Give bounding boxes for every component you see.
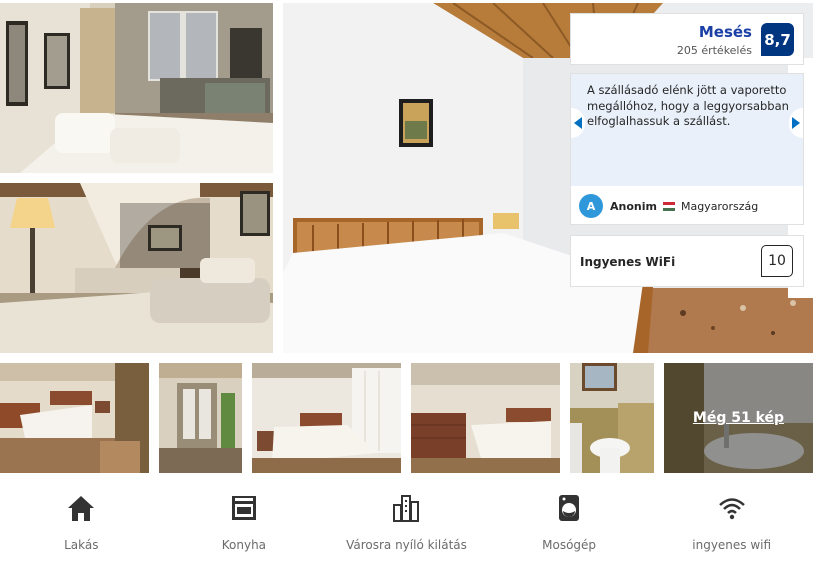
photo-living-room[interactable] [0, 3, 273, 173]
more-photos-overlay: Még 51 kép [664, 363, 813, 473]
score-badge: 8,7 [761, 23, 794, 56]
washing-machine-icon [553, 492, 585, 524]
reviewer-info: A Anonim Magyarország [579, 194, 758, 218]
subscore-value: 10 [761, 245, 793, 277]
amenity-item: Konyha [163, 478, 326, 577]
review-count: 205 értékelés [676, 44, 752, 57]
review-next-button[interactable] [789, 108, 803, 138]
amenity-item: Városra nyíló kilátás [325, 478, 488, 577]
review-prev-button[interactable] [571, 108, 585, 138]
more-photos-label[interactable]: Még 51 kép [693, 410, 784, 426]
thumbnail-photo[interactable] [570, 363, 654, 473]
subscore-label: Ingyenes WiFi [580, 255, 676, 269]
property-gallery-page: Mesés 205 értékelés 8,7 A szállásadó elé… [0, 0, 813, 577]
chevron-right-icon [792, 117, 800, 129]
amenity-label: Városra nyíló kilátás [346, 538, 467, 552]
hungary-flag-icon [662, 201, 675, 211]
amenity-label: Konyha [221, 538, 267, 552]
house-icon [65, 492, 97, 524]
city-view-icon [390, 492, 422, 524]
reviewer-name: Anonim [610, 199, 657, 213]
amenity-label: Mosógép [542, 538, 597, 552]
photo-bedroom-stairs[interactable] [0, 183, 273, 353]
rating-card[interactable]: Mesés 205 értékelés 8,7 [570, 13, 804, 65]
thumbnail-photo[interactable] [252, 363, 401, 473]
wifi-icon [716, 492, 748, 524]
avatar: A [579, 194, 603, 218]
review-text: A szállásadó elénk jött a vaporetto megá… [587, 83, 789, 128]
amenity-label: ingyenes wifi [692, 538, 772, 552]
thumbnail-photo[interactable] [411, 363, 560, 473]
amenity-label: Lakás [64, 538, 99, 552]
more-photos-tile[interactable]: Még 51 kép [664, 363, 813, 473]
thumbnail-photo[interactable] [0, 363, 149, 473]
review-card: A szállásadó elénk jött a vaporetto megá… [570, 73, 804, 225]
wifi-subscore-card[interactable]: Ingyenes WiFi 10 [570, 235, 804, 287]
thumbnail-photo[interactable] [159, 363, 242, 473]
reviewer-country: Magyarország [680, 199, 759, 213]
amenity-item: ingyenes wifi [650, 478, 813, 577]
chevron-left-icon [574, 117, 582, 129]
oven-icon [228, 492, 260, 524]
review-bubble: A szállásadó elénk jött a vaporetto megá… [571, 74, 803, 186]
amenity-item: Lakás [0, 478, 163, 577]
amenity-item: Mosógép [488, 478, 651, 577]
amenities-bar: Lakás Konyha Városra nyíló kilátás Mosóg… [0, 478, 813, 577]
rating-label: Mesés [698, 23, 752, 41]
